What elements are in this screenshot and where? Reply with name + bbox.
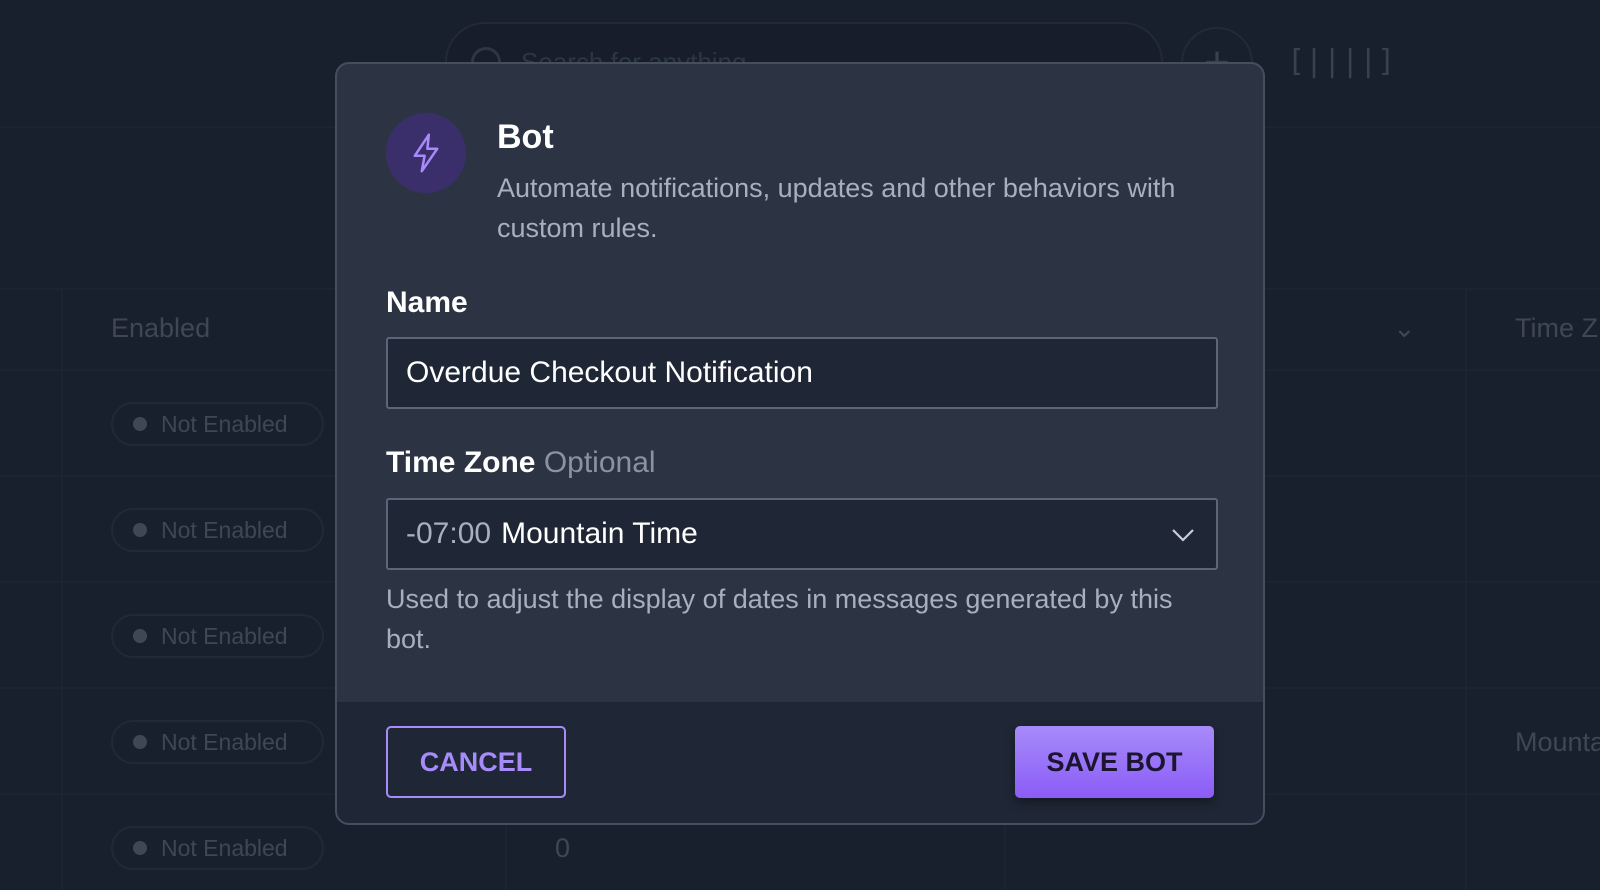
- name-input[interactable]: Overdue Checkout Notification: [386, 337, 1218, 409]
- lightning-bolt-icon: [386, 113, 466, 193]
- cancel-button[interactable]: CANCEL: [386, 726, 566, 798]
- bot-dialog: Bot Automate notifications, updates and …: [335, 62, 1265, 825]
- time-zone-help: Used to adjust the display of dates in m…: [386, 584, 1173, 654]
- dialog-footer: CANCEL SAVE BOT: [337, 702, 1263, 823]
- time-zone-select[interactable]: -07:00 Mountain Time: [386, 498, 1218, 570]
- name-value: Overdue Checkout Notification: [406, 356, 813, 389]
- tz-name: Mountain Time: [501, 517, 698, 550]
- save-bot-button[interactable]: SAVE BOT: [1015, 726, 1214, 798]
- name-label: Name: [386, 286, 468, 319]
- time-zone-label: Time Zone Optional: [386, 446, 656, 479]
- dialog-title: Bot: [497, 118, 554, 156]
- optional-tag: Optional: [543, 446, 656, 479]
- tz-offset: -07:00: [406, 517, 492, 550]
- chevron-down-icon: [1172, 529, 1194, 542]
- dialog-description: Automate notifications, updates and othe…: [497, 173, 1176, 243]
